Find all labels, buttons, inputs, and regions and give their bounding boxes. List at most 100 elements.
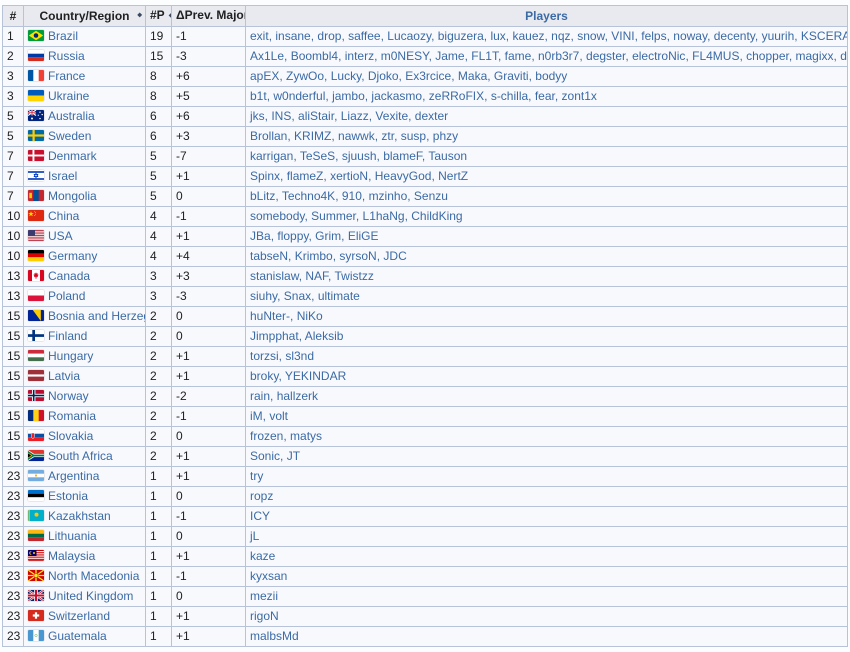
player-link[interactable]: Summer <box>311 209 356 223</box>
country-link[interactable]: Slovakia <box>48 429 93 443</box>
header-delta-prev-major[interactable]: ΔPrev. Major◆ <box>172 6 246 27</box>
player-link[interactable]: Senzu <box>414 189 448 203</box>
country-link[interactable]: Malaysia <box>48 549 95 563</box>
player-link[interactable]: Jame <box>435 49 464 63</box>
player-link[interactable]: frozen <box>250 429 283 443</box>
player-link[interactable]: Vexite <box>375 109 408 123</box>
player-link[interactable]: kyxsan <box>250 569 287 583</box>
player-link[interactable]: drop <box>317 29 341 43</box>
player-link[interactable]: Djoko <box>368 69 399 83</box>
player-link[interactable]: decenty <box>714 29 755 43</box>
player-link[interactable]: iM <box>250 409 263 423</box>
player-link[interactable]: ChildKing <box>411 209 462 223</box>
player-link[interactable]: Graviti <box>494 69 529 83</box>
player-link[interactable]: sl3nd <box>285 349 314 363</box>
player-link[interactable]: donk <box>840 49 847 63</box>
player-link[interactable]: dexter <box>415 109 448 123</box>
player-link[interactable]: snow <box>577 29 604 43</box>
country-link[interactable]: Estonia <box>48 489 88 503</box>
player-link[interactable]: Liazz <box>341 109 369 123</box>
player-link[interactable]: biguzera <box>438 29 484 43</box>
country-link[interactable]: Latvia <box>48 369 80 383</box>
country-link[interactable]: Hungary <box>48 349 93 363</box>
player-link[interactable]: apEX <box>250 69 279 83</box>
player-link[interactable]: Lucky <box>331 69 361 83</box>
player-link[interactable]: Techno4K <box>282 189 335 203</box>
player-link[interactable]: jL <box>250 529 259 543</box>
country-link[interactable]: Sweden <box>48 129 91 143</box>
player-link[interactable]: Jimpphat <box>250 329 299 343</box>
player-link[interactable]: zont1x <box>562 89 597 103</box>
country-link[interactable]: Argentina <box>48 469 99 483</box>
header-rank[interactable]: # <box>3 6 24 27</box>
player-link[interactable]: TeSeS <box>300 149 335 163</box>
country-link[interactable]: South Africa <box>48 449 113 463</box>
country-link[interactable]: Denmark <box>48 149 97 163</box>
player-link[interactable]: FL4MUS <box>692 49 739 63</box>
player-link[interactable]: jambo <box>332 89 365 103</box>
player-link[interactable]: lux <box>490 29 505 43</box>
player-link[interactable]: Snax <box>284 289 311 303</box>
player-link[interactable]: kauez <box>512 29 544 43</box>
player-link[interactable]: xertioN <box>330 169 368 183</box>
country-link[interactable]: Switzerland <box>48 609 110 623</box>
player-link[interactable]: rain <box>250 389 270 403</box>
player-link[interactable]: somebody <box>250 209 304 223</box>
country-link[interactable]: Germany <box>48 249 97 263</box>
country-link[interactable]: France <box>48 69 85 83</box>
player-link[interactable]: mezii <box>250 589 278 603</box>
country-link[interactable]: Poland <box>48 289 85 303</box>
player-link[interactable]: degster <box>586 49 625 63</box>
player-link[interactable]: hallzerk <box>277 389 318 403</box>
player-link[interactable]: JBa <box>250 229 271 243</box>
country-link[interactable]: Guatemala <box>48 629 107 643</box>
player-link[interactable]: insane <box>275 29 310 43</box>
player-link[interactable]: rigoN <box>250 609 279 623</box>
player-link[interactable]: jks <box>250 109 265 123</box>
player-link[interactable]: flameZ <box>287 169 324 183</box>
player-link[interactable]: w0nderful <box>273 89 325 103</box>
player-link[interactable]: Grim <box>315 229 341 243</box>
player-link[interactable]: Sonic <box>250 449 280 463</box>
country-link[interactable]: North Macedonia <box>48 569 139 583</box>
player-link[interactable]: NertZ <box>438 169 468 183</box>
player-link[interactable]: HeavyGod <box>375 169 432 183</box>
player-link[interactable]: JT <box>287 449 300 463</box>
country-link[interactable]: Brazil <box>48 29 78 43</box>
player-link[interactable]: floppy <box>277 229 308 243</box>
player-link[interactable]: Maka <box>458 69 487 83</box>
player-link[interactable]: try <box>250 469 263 483</box>
country-link[interactable]: Bosnia and Herzegovina <box>48 309 146 323</box>
country-link[interactable]: Lithuania <box>48 529 97 543</box>
player-link[interactable]: INS <box>271 109 291 123</box>
header-country-region[interactable]: Country/Region◆ <box>24 6 146 27</box>
player-link[interactable]: stanislaw <box>250 269 299 283</box>
player-link[interactable]: n0rb3r7 <box>538 49 579 63</box>
player-link[interactable]: bLitz <box>250 189 275 203</box>
sort-icon[interactable]: ◆ <box>137 9 142 24</box>
player-link[interactable]: Twistzz <box>335 269 374 283</box>
player-link[interactable]: aliStair <box>298 109 334 123</box>
player-link[interactable]: NAF <box>305 269 328 283</box>
player-link[interactable]: ZywOo <box>286 69 324 83</box>
player-link[interactable]: b1t <box>250 89 267 103</box>
player-link[interactable]: Ex3rcice <box>405 69 451 83</box>
country-link[interactable]: Ukraine <box>48 89 89 103</box>
player-link[interactable]: Boombl4 <box>291 49 338 63</box>
player-link[interactable]: matys <box>290 429 322 443</box>
player-link[interactable]: noway <box>673 29 707 43</box>
player-link[interactable]: blameF <box>383 149 422 163</box>
player-link[interactable]: s-chilla <box>491 89 528 103</box>
country-link[interactable]: Canada <box>48 269 90 283</box>
player-link[interactable]: saffee <box>348 29 380 43</box>
player-link[interactable]: nawwk <box>338 129 375 143</box>
player-link[interactable]: zeRRoFIX <box>429 89 484 103</box>
player-link[interactable]: ultimate <box>318 289 360 303</box>
player-link[interactable]: magixx <box>796 49 834 63</box>
player-link[interactable]: Krimbo <box>295 249 333 263</box>
player-link[interactable]: volt <box>269 409 288 423</box>
country-link[interactable]: Mongolia <box>48 189 97 203</box>
player-link[interactable]: jackasmo <box>371 89 422 103</box>
player-link[interactable]: felps <box>641 29 666 43</box>
player-link[interactable]: ICY <box>250 509 270 523</box>
